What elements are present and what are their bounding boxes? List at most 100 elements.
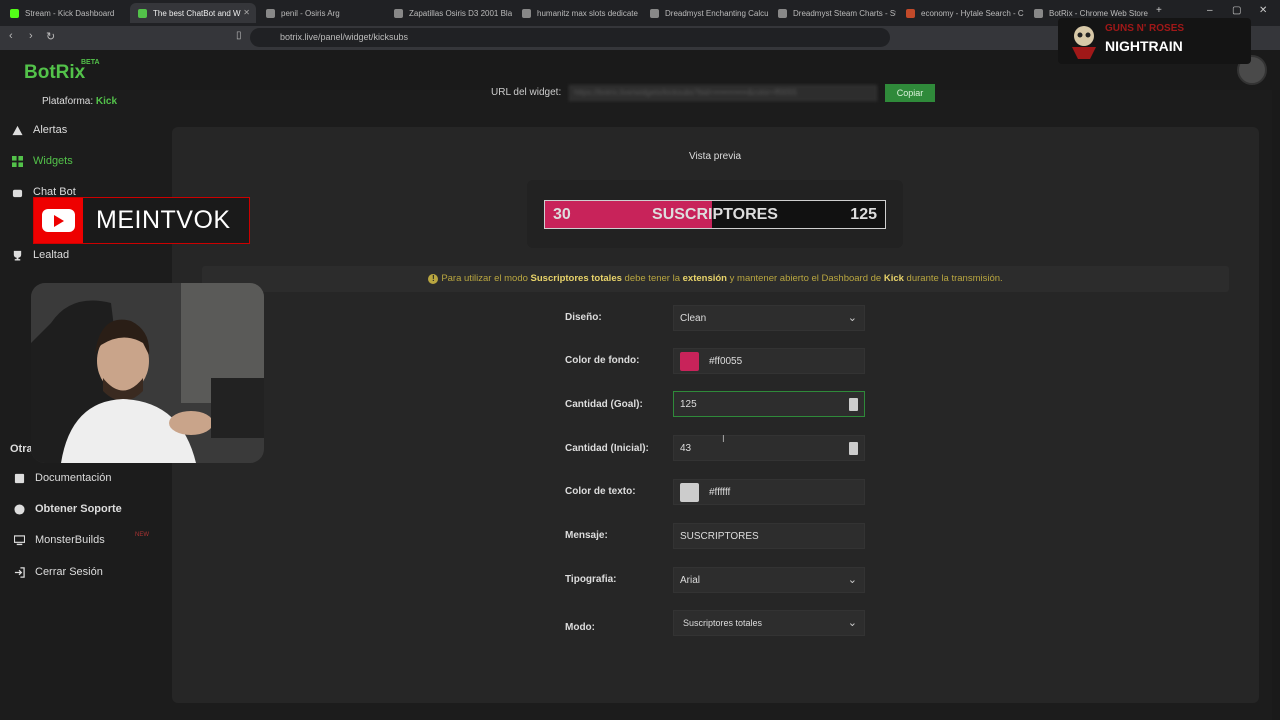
text-color-value: #ffffff xyxy=(709,486,731,498)
page-icon xyxy=(778,8,787,18)
band-logo-icon xyxy=(1072,26,1096,59)
now-playing-title: NIGHTRAIN xyxy=(1105,38,1183,54)
youtube-channel-name: MEINTVOK xyxy=(96,206,231,234)
number-stepper-icon[interactable] xyxy=(849,398,858,411)
youtube-channel-overlay: MEINTVOK xyxy=(33,197,250,244)
number-stepper-icon[interactable] xyxy=(849,442,858,455)
text-color-label: Color de texto: xyxy=(565,486,636,497)
webcam-image xyxy=(31,283,264,463)
sidebar-item-label: Documentación xyxy=(35,472,112,484)
design-select[interactable]: Clean ⌄ xyxy=(673,305,865,331)
mode-label: Modo: xyxy=(565,622,595,633)
tab-title: humanitz max slots dedicate xyxy=(537,8,638,18)
text-cursor-icon: I xyxy=(722,434,725,445)
page-scrollbar[interactable] xyxy=(1272,90,1280,720)
url-text[interactable]: botrix.live/panel/widget/kicksubs xyxy=(280,32,408,42)
tab-4[interactable]: humanitz max slots dedicate xyxy=(514,3,640,23)
chevron-down-icon: ⌄ xyxy=(847,617,857,629)
message-label: Mensaje: xyxy=(565,530,608,541)
help-icon xyxy=(14,503,25,515)
tab-title: BotRix - Chrome Web Store xyxy=(1049,8,1148,18)
sidebar-item-lealtad[interactable]: Lealtad xyxy=(12,249,69,261)
doc-icon xyxy=(14,473,25,483)
widget-url-input[interactable]: https://botrix.live/widgets/kicksubs?bid… xyxy=(569,85,877,101)
goal-amount-input[interactable]: 125 xyxy=(673,391,865,417)
page-icon xyxy=(394,8,403,18)
text-color-swatch[interactable] xyxy=(680,482,699,502)
bg-color-value: #ff0055 xyxy=(709,355,743,367)
search-icon xyxy=(906,8,915,18)
copy-url-button[interactable]: Copiar xyxy=(885,84,935,102)
sidebar-item-label: Cerrar Sesión xyxy=(35,566,103,578)
tab-5[interactable]: Dreadmyst Enchanting Calcu xyxy=(642,3,768,23)
bg-color-label: Color de fondo: xyxy=(565,355,640,366)
font-select[interactable]: Arial ⌄ xyxy=(673,567,865,593)
page-icon xyxy=(266,8,275,18)
kick-icon xyxy=(10,8,19,18)
tab-2[interactable]: penil - Osiris Arg xyxy=(258,3,384,23)
widget-url-label: URL del widget: xyxy=(491,87,562,98)
goal-target-count: 125 xyxy=(850,206,877,223)
text-color-field[interactable]: #ffffff xyxy=(673,479,865,505)
platform-indicator: Plataforma: Kick xyxy=(42,96,118,107)
forward-icon[interactable]: › xyxy=(29,30,33,42)
warning-icon xyxy=(12,125,23,135)
sidebar-item-label: Obtener Soporte xyxy=(35,503,122,515)
new-badge: NEW xyxy=(135,532,149,538)
initial-amount-value: 43 xyxy=(680,442,692,454)
bookmark-icon[interactable]: ▯ xyxy=(236,30,242,41)
sidebar-item-monsterbuilds[interactable]: MonsterBuilds xyxy=(14,534,105,546)
info-icon: ! xyxy=(428,274,439,284)
trophy-icon xyxy=(13,250,22,261)
goal-message: SUSCRIPTORES xyxy=(652,206,778,223)
sidebar-item-label: MonsterBuilds xyxy=(35,534,105,546)
tab-6[interactable]: Dreadmyst Steam Charts - St xyxy=(770,3,896,23)
close-window-icon[interactable]: ✕ xyxy=(1259,5,1267,16)
maximize-icon[interactable]: ▢ xyxy=(1232,5,1241,16)
close-tab-icon[interactable]: ✕ xyxy=(243,8,250,17)
chevron-down-icon: ⌄ xyxy=(847,574,857,586)
sidebar-item-alertas[interactable]: Alertas xyxy=(12,124,67,136)
sidebar-section-other: Otra xyxy=(10,443,33,455)
play-icon xyxy=(54,215,64,227)
page-icon xyxy=(1034,8,1043,18)
sidebar-item-documentacion[interactable]: Documentación xyxy=(14,472,111,484)
bg-color-field[interactable]: #ff0055 xyxy=(673,348,865,374)
sidebar-item-soporte[interactable]: Obtener Soporte xyxy=(14,503,122,515)
sidebar-item-label: Alertas xyxy=(33,124,68,136)
google-icon xyxy=(522,8,531,18)
tab-0[interactable]: Stream - Kick Dashboard xyxy=(2,3,128,23)
logout-icon xyxy=(14,566,25,578)
tab-3[interactable]: Zapatillas Osiris D3 2001 Bla xyxy=(386,3,512,23)
reload-icon[interactable]: ↻ xyxy=(46,30,55,43)
minimize-icon[interactable]: – xyxy=(1207,5,1213,16)
new-tab-icon[interactable]: + xyxy=(1156,5,1162,16)
sidebar-item-cerrar-sesion[interactable]: Cerrar Sesión xyxy=(14,566,103,578)
extension-notice: ! Para utilizar el modo Suscriptores tota… xyxy=(202,266,1229,292)
now-playing-artist: GUNS N' ROSES xyxy=(1105,23,1185,34)
tab-title: The best ChatBot and W xyxy=(153,8,241,18)
bg-color-swatch[interactable] xyxy=(680,351,699,371)
mode-select[interactable]: Suscriptores totales ⌄ xyxy=(673,610,865,636)
beta-badge: BETA xyxy=(81,59,100,66)
webcam-overlay xyxy=(31,283,264,463)
tab-7[interactable]: economy - Hytale Search - C xyxy=(898,3,1024,23)
botrix-logo[interactable]: BotRix xyxy=(24,62,85,84)
message-input[interactable]: SUSCRIPTORES xyxy=(673,523,865,549)
bot-icon xyxy=(12,189,23,197)
tab-1[interactable]: The best ChatBot and W ✕ xyxy=(130,3,256,23)
font-label: Tipografia: xyxy=(565,574,617,585)
back-icon[interactable]: ‹ xyxy=(9,30,13,42)
initial-amount-input[interactable]: 43 xyxy=(673,435,865,461)
tab-title: economy - Hytale Search - C xyxy=(921,8,1024,18)
botrix-icon xyxy=(138,8,147,18)
font-value: Arial xyxy=(680,574,701,586)
chevron-down-icon: ⌄ xyxy=(847,312,857,324)
tab-title: Stream - Kick Dashboard xyxy=(25,8,115,18)
design-value: Clean xyxy=(680,312,707,324)
page-icon xyxy=(650,8,659,18)
mode-value: Suscriptores totales xyxy=(683,618,763,628)
tab-title: Dreadmyst Enchanting Calcu xyxy=(665,8,768,18)
design-label: Diseño: xyxy=(565,312,602,323)
subs-goal-bar: 30 SUSCRIPTORES 125 xyxy=(544,200,886,229)
